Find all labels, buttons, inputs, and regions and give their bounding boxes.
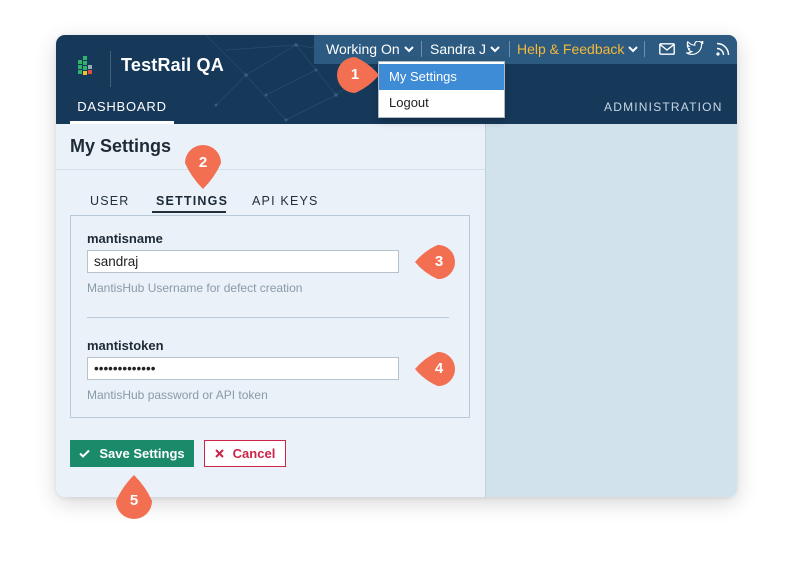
callout-marker-4: 4 [415,351,457,387]
callout-marker-5: 5 [116,475,152,519]
cancel-label: Cancel [232,446,276,461]
side-panel [485,124,737,497]
mantistoken-label: mantistoken [87,338,164,353]
save-settings-button[interactable]: Save Settings [70,440,194,467]
mantistoken-help-text: MantisHub password or API token [87,388,268,402]
menu-item-my-settings[interactable]: My Settings [379,64,504,90]
mantisname-help-text: MantisHub Username for defect creation [87,281,303,295]
checkmark-icon [79,449,91,458]
callout-marker-3: 3 [415,244,457,280]
tab-administration[interactable]: ADMINISTRATION [604,100,723,114]
close-icon [214,449,224,458]
callout-number: 2 [198,154,208,171]
user-menu-label: Sandra J [430,41,487,57]
topbar-separator [509,41,510,57]
working-on-menu[interactable]: Working On [326,41,414,57]
callout-number: 3 [434,253,444,270]
mantisname-input[interactable] [87,250,399,273]
settings-panel: My Settings USER SETTINGS API KEYS manti… [56,124,485,497]
callout-marker-2: 2 [185,145,221,189]
save-settings-label: Save Settings [99,446,185,461]
callout-marker-1: 1 [337,57,379,93]
settings-form: mantisname MantisHub Username for defect… [70,215,470,418]
testrail-logo-icon[interactable] [78,56,100,76]
tab-settings[interactable]: SETTINGS [156,194,228,208]
callout-number: 4 [434,360,444,377]
help-feedback-menu[interactable]: Help & Feedback [517,41,639,57]
twitter-icon[interactable] [686,41,704,56]
title-divider [56,169,485,170]
callout-number: 5 [129,492,139,509]
chevron-down-icon [403,45,414,52]
tab-dashboard[interactable]: DASHBOARD [70,95,174,124]
page-title: My Settings [70,136,172,156]
chevron-down-icon [490,45,500,52]
tab-api-keys[interactable]: API KEYS [252,194,319,208]
app-title[interactable]: TestRail QA [121,55,224,76]
menu-item-logout[interactable]: Logout [379,90,504,116]
working-on-label: Working On [326,41,400,57]
cancel-button[interactable]: Cancel [204,440,286,467]
mantisname-label: mantisname [87,231,163,246]
user-dropdown-menu: My Settings Logout [378,61,505,118]
mantistoken-input[interactable] [87,357,399,380]
logo-divider [110,51,111,87]
field-divider [87,317,449,318]
active-tab-indicator [152,211,226,213]
mail-icon[interactable] [659,43,675,55]
topbar-separator [421,41,422,57]
tab-user[interactable]: USER [90,194,130,208]
user-menu[interactable]: Sandra J [430,41,500,57]
help-feedback-label: Help & Feedback [517,41,625,57]
rss-feed-icon[interactable] [716,42,730,56]
topbar-separator [644,41,645,57]
callout-number: 1 [350,66,360,83]
chevron-down-icon [628,45,639,52]
